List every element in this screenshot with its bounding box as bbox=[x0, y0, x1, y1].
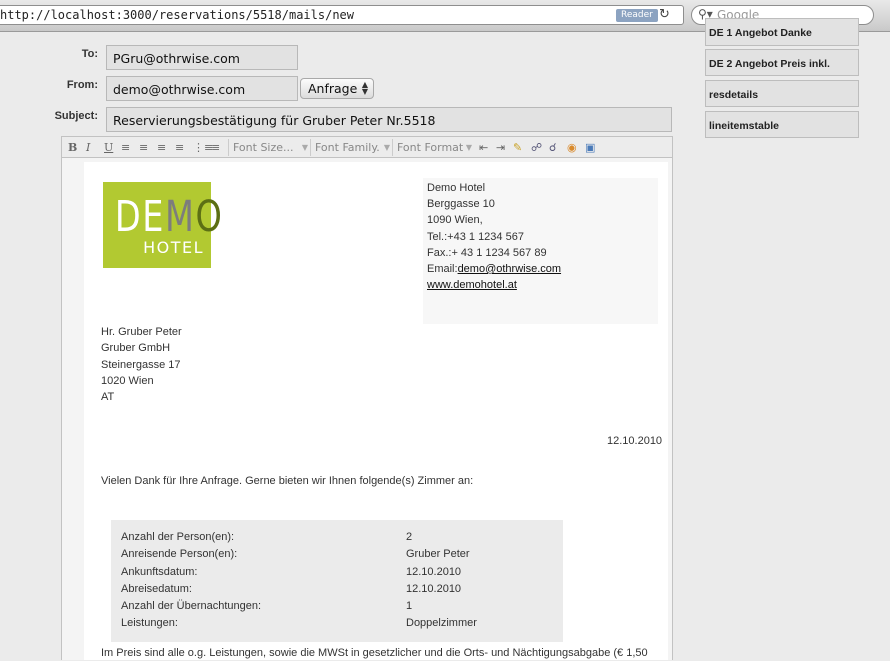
reload-icon[interactable]: ↻ bbox=[659, 7, 670, 22]
subject-label: Subject: bbox=[54, 110, 98, 122]
hotel-name: Demo Hotel bbox=[427, 182, 486, 194]
font-format-label: Font Format bbox=[397, 141, 464, 154]
editor-toolbar: B I U ≡ ≡ ≡ ≡ ⋮≡ ≡ Font Size... ▼ Font Fa… bbox=[61, 136, 673, 158]
template-button-de2[interactable]: DE 2 Angebot Preis inkl. bbox=[705, 49, 859, 76]
table-row-label: Leistungen: bbox=[121, 617, 178, 629]
table-row-value: 12.10.2010 bbox=[406, 566, 462, 578]
demo-hotel-logo: DEMO HOTEL bbox=[103, 182, 224, 268]
table-row-label: Ankunftsdatum: bbox=[121, 566, 198, 578]
template-button-lineitemstable[interactable]: lineitemstable bbox=[705, 111, 859, 138]
address-bar[interactable]: http://localhost:3000/reservations/5518/… bbox=[0, 5, 684, 25]
numbered-list-icon[interactable]: ≡ bbox=[211, 140, 220, 155]
font-size-select[interactable]: Font Size... ▼ bbox=[228, 139, 311, 156]
table-row-value: 2 bbox=[406, 531, 413, 543]
chevron-down-icon: ▼ bbox=[301, 143, 308, 152]
bold-icon[interactable]: B bbox=[68, 140, 77, 155]
table-row-label: Anzahl der Übernachtungen: bbox=[121, 600, 262, 612]
hotel-fax: Fax.:+ 43 1 1234 567 89 bbox=[427, 247, 547, 259]
hotel-email-line: Email:demo@othrwise.com bbox=[427, 261, 561, 277]
to-field[interactable]: PGru@othrwise.com bbox=[106, 45, 298, 70]
recipient-country: AT bbox=[101, 391, 115, 403]
justify-icon[interactable]: ≡ bbox=[175, 140, 184, 155]
link-icon[interactable]: ☍ bbox=[531, 140, 542, 155]
letter-date: 12.10.2010 bbox=[607, 435, 663, 447]
recipient-street: Steinergasse 17 bbox=[101, 359, 181, 371]
table-row-value: Doppelzimmer bbox=[406, 617, 477, 629]
edit-icon[interactable]: ✎ bbox=[513, 140, 522, 155]
select-arrows-icon: ▲ ▼ bbox=[361, 80, 368, 96]
font-size-label: Font Size... bbox=[233, 141, 294, 154]
font-format-select[interactable]: Font Format ▼ bbox=[392, 139, 475, 156]
align-center-icon[interactable]: ≡ bbox=[139, 140, 148, 155]
from-label: From: bbox=[66, 79, 98, 91]
image-icon[interactable]: ▣ bbox=[585, 140, 595, 155]
chevron-down-icon: ▼ bbox=[383, 143, 390, 152]
url-text: http://localhost:3000/reservations/5518/… bbox=[0, 8, 355, 22]
template-select[interactable]: Anfrage ▲ ▼ bbox=[300, 78, 374, 99]
outdent-icon[interactable]: ⇤ bbox=[479, 140, 488, 155]
table-row-value: 1 bbox=[406, 600, 413, 612]
price-note: Im Preis sind alle o.g. Leistungen, sowi… bbox=[101, 647, 648, 659]
table-row-label: Abreisedatum: bbox=[121, 583, 192, 595]
table-row-value: Gruber Peter bbox=[406, 548, 470, 560]
chevron-down-icon: ▼ bbox=[465, 143, 472, 152]
hotel-email-link[interactable]: demo@othrwise.com bbox=[458, 263, 561, 275]
unlink-icon[interactable]: ☌ bbox=[549, 140, 556, 155]
reader-button[interactable]: Reader bbox=[616, 9, 658, 22]
recipient-city: 1020 Wien bbox=[101, 375, 154, 387]
recipient-name: Hr. Gruber Peter bbox=[101, 326, 182, 338]
template-select-value: Anfrage bbox=[308, 81, 358, 96]
logo-subtitle: HOTEL bbox=[143, 238, 204, 257]
hotel-city: 1090 Wien, bbox=[427, 214, 483, 226]
italic-icon[interactable]: I bbox=[86, 140, 90, 155]
table-row-label: Anzahl der Person(en): bbox=[121, 531, 235, 543]
hotel-tel: Tel.:+43 1 1234 567 bbox=[427, 231, 524, 243]
underline-icon[interactable]: U bbox=[104, 140, 113, 155]
palette-icon[interactable]: ◉ bbox=[567, 140, 577, 155]
hotel-web-link[interactable]: www.demohotel.at bbox=[427, 279, 517, 291]
align-left-icon[interactable]: ≡ bbox=[121, 140, 130, 155]
table-row-value: 12.10.2010 bbox=[406, 583, 462, 595]
to-label: To: bbox=[81, 48, 98, 60]
logo-wordmark: DEMO bbox=[114, 192, 224, 242]
font-family-select[interactable]: Font Family. ▼ bbox=[310, 139, 393, 156]
template-button-de1[interactable]: DE 1 Angebot Danke bbox=[705, 18, 859, 46]
template-button-resdetails[interactable]: resdetails bbox=[705, 80, 859, 107]
greeting-text: Vielen Dank für Ihre Anfrage. Gerne biet… bbox=[101, 475, 474, 487]
recipient-company: Gruber GmbH bbox=[101, 342, 171, 354]
hotel-street: Berggasse 10 bbox=[427, 198, 495, 210]
table-row-label: Anreisende Person(en): bbox=[121, 548, 238, 560]
from-field[interactable]: demo@othrwise.com bbox=[106, 76, 298, 101]
hotel-web-line: www.demohotel.at bbox=[427, 277, 517, 293]
align-right-icon[interactable]: ≡ bbox=[157, 140, 166, 155]
indent-icon[interactable]: ⇥ bbox=[496, 140, 505, 155]
font-family-label: Font Family. bbox=[315, 141, 380, 154]
hotel-email-label: Email: bbox=[427, 263, 458, 275]
subject-field[interactable]: Reservierungsbestätigung für Gruber Pete… bbox=[106, 107, 672, 132]
